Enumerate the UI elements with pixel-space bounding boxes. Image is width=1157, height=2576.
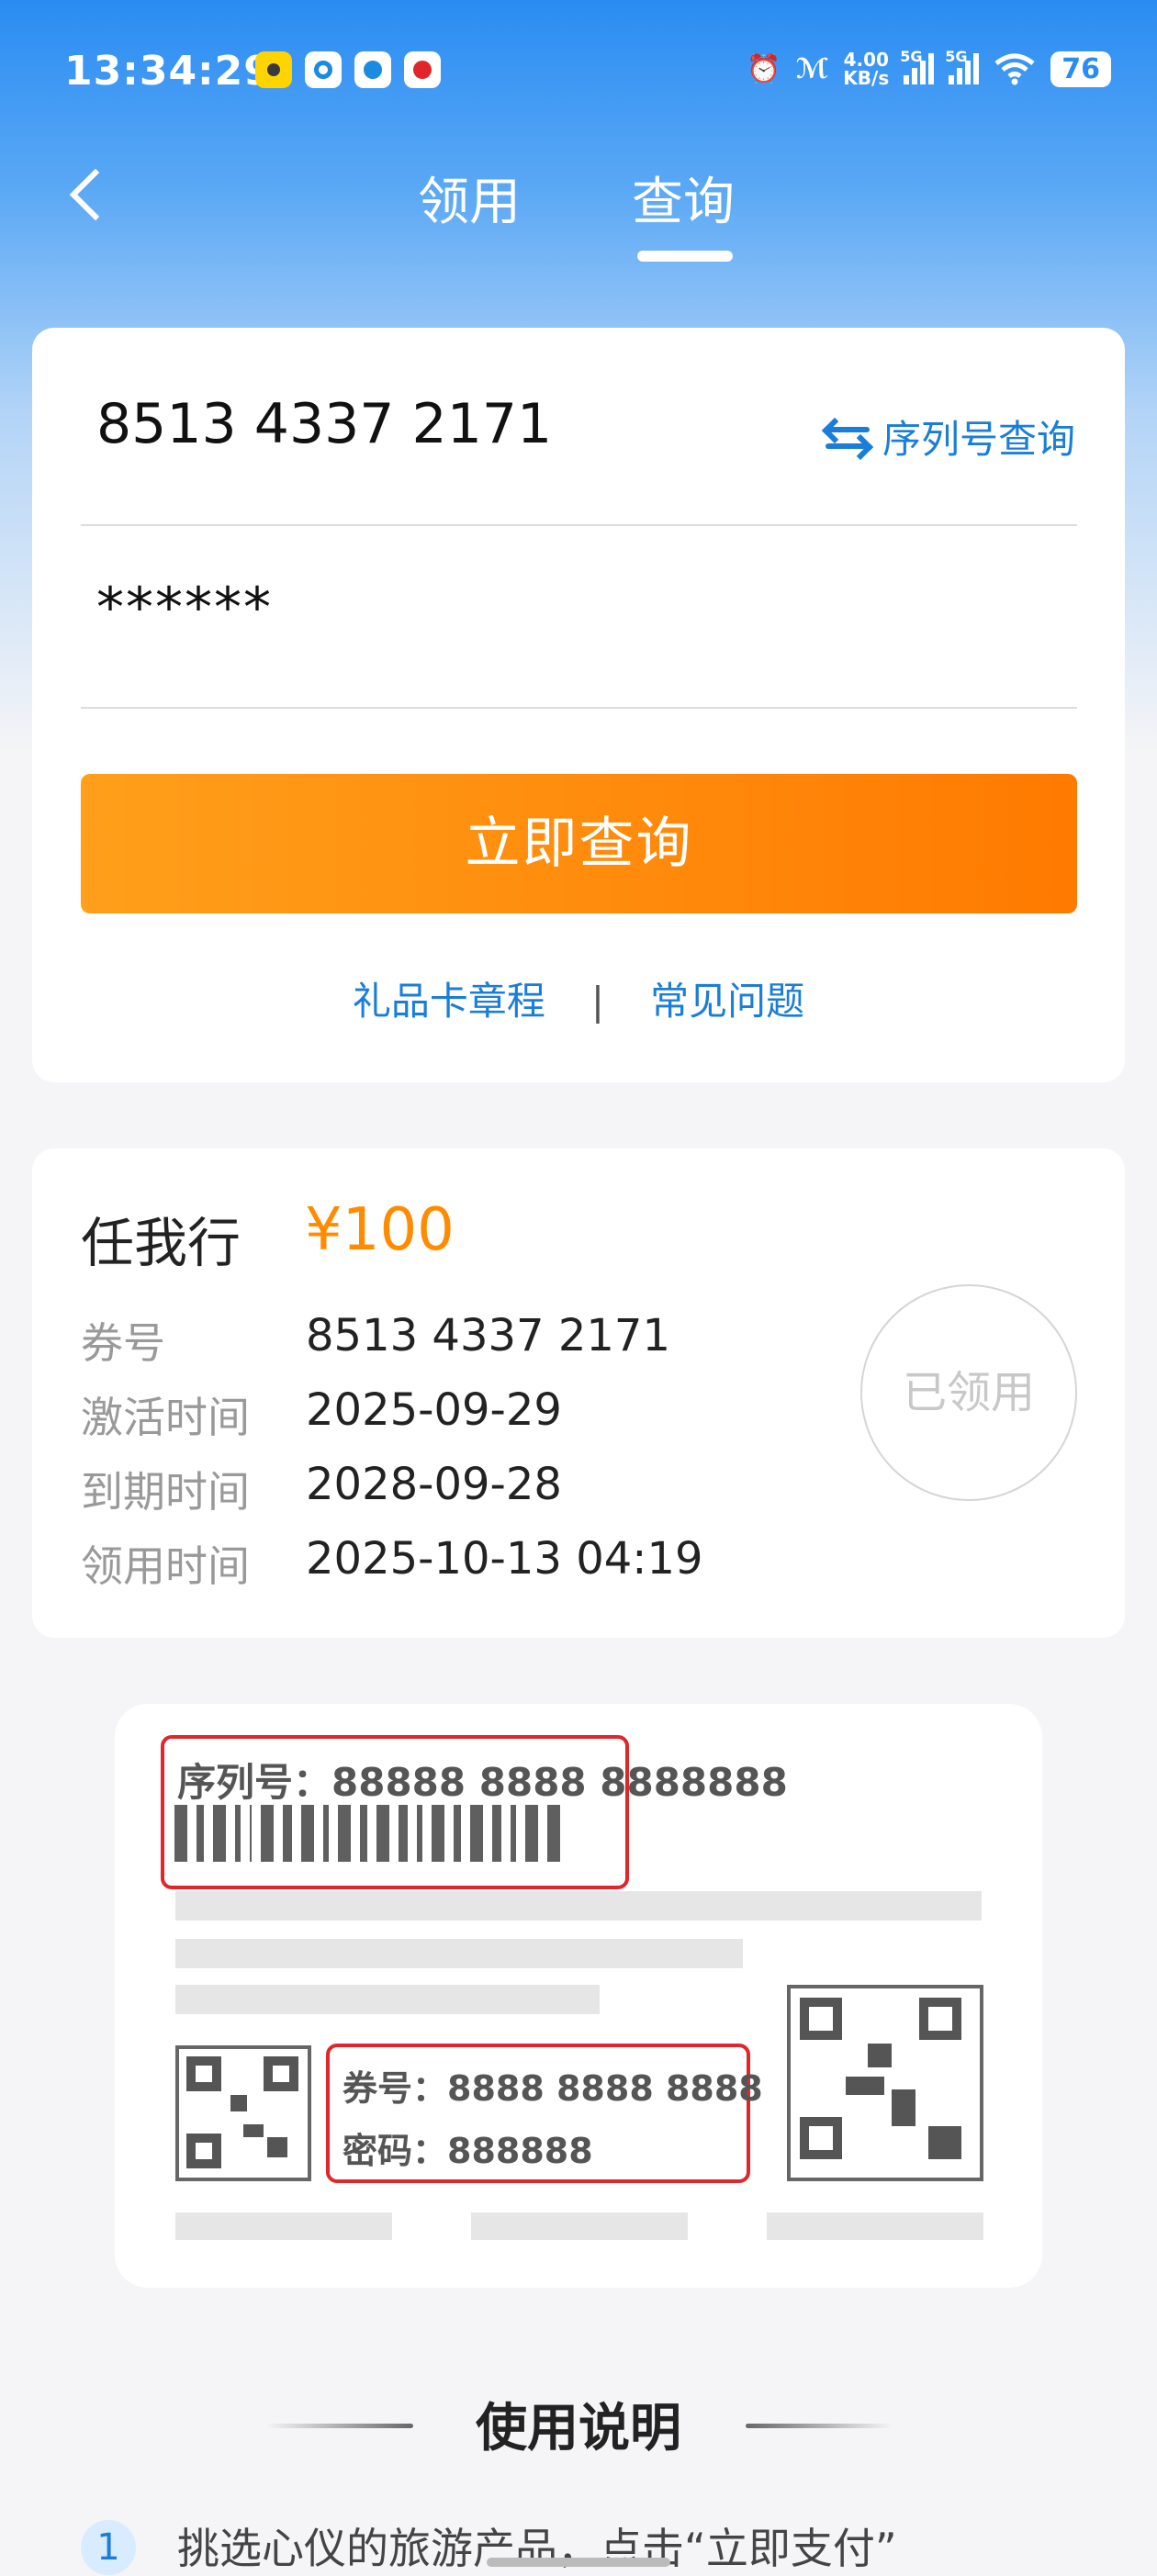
app-blue-circle-icon xyxy=(354,51,391,88)
sample-password-label: 密码：888888 xyxy=(343,2131,593,2171)
barcode-icon xyxy=(174,1805,657,1862)
query-card: 8513 4337 2171 序列号查询 ****** 立即查询 礼品卡章程 | 常… xyxy=(32,328,1125,1082)
detail-label: 到期时间 xyxy=(81,1467,250,1517)
detail-value: 2028-09-28 xyxy=(306,1459,562,1510)
instructions-title: 使用说明 xyxy=(476,2399,681,2458)
divider xyxy=(81,707,1077,709)
link-separator: | xyxy=(590,979,605,1024)
sample-serial-label: 序列号：88888 8888 8888888 xyxy=(177,1760,788,1805)
password-input[interactable]: ****** xyxy=(96,576,273,640)
nfc-icon: ℳ xyxy=(795,52,829,85)
serial-query-switch[interactable]: 序列号查询 xyxy=(821,409,1075,465)
status-bar: 13:34:29 ⏰ ℳ 4.00 KB/s 5G 5G 76 xyxy=(0,0,1157,138)
placeholder-line xyxy=(175,1891,982,1921)
faq-link[interactable]: 常见问题 xyxy=(650,979,804,1024)
query-button[interactable]: 立即查询 xyxy=(81,774,1077,913)
step-text: 挑选心仪的旅游产品，点击“立即支付” xyxy=(177,2524,897,2573)
detail-value: 2025-09-29 xyxy=(306,1384,562,1436)
sample-voucher-label: 券号：8888 8888 8888 xyxy=(343,2068,763,2109)
home-indicator[interactable] xyxy=(487,2558,670,2567)
serial-input[interactable]: 8513 4337 2171 xyxy=(96,392,552,456)
result-card: 任我行 ¥100 券号 8513 4337 2171 激活时间 2025-09-… xyxy=(32,1148,1125,1638)
tab-active-indicator xyxy=(637,251,733,262)
status-indicators: ⏰ ℳ 4.00 KB/s 5G 5G 76 xyxy=(747,46,1111,92)
swap-icon xyxy=(821,417,874,460)
title-decoration-right xyxy=(746,2424,893,2428)
placeholder-line xyxy=(767,2212,983,2240)
tab-query[interactable]: 查询 xyxy=(632,161,735,235)
back-icon[interactable] xyxy=(64,163,119,224)
placeholder-line xyxy=(175,1939,743,1968)
placeholder-line xyxy=(175,1985,600,2014)
tab-receive[interactable]: 领用 xyxy=(418,161,521,235)
gift-card-rules-link[interactable]: 礼品卡章程 xyxy=(353,979,545,1024)
detail-value: 2025-10-13 04:19 xyxy=(306,1533,703,1585)
net-speed: 4.00 KB/s xyxy=(843,49,890,89)
signal-icon: 5G xyxy=(945,48,980,84)
sample-card-illustration: 序列号：88888 8888 8888888 券号：8888 8888 8888… xyxy=(115,1704,1042,2288)
divider xyxy=(81,524,1077,526)
placeholder-line xyxy=(471,2212,688,2240)
qr-code-large-icon xyxy=(787,1985,983,2181)
app-yellow-icon xyxy=(255,51,292,88)
help-links: 礼品卡章程 | 常见问题 xyxy=(32,970,1125,1026)
detail-label: 券号 xyxy=(81,1318,165,1368)
signal-icon: 5G xyxy=(900,48,935,84)
step-number-badge: 1 xyxy=(81,2520,136,2575)
detail-label: 激活时间 xyxy=(81,1393,250,1442)
app-blue-icon xyxy=(305,51,342,88)
wifi-icon xyxy=(994,53,1035,85)
detail-value: 8513 4337 2171 xyxy=(306,1310,670,1361)
placeholder-line xyxy=(175,2212,392,2240)
status-time: 13:34:29 xyxy=(64,48,273,95)
alarm-icon: ⏰ xyxy=(747,52,781,85)
detail-label: 领用时间 xyxy=(81,1541,250,1591)
card-price: ¥100 xyxy=(305,1196,455,1264)
app-red-icon xyxy=(404,51,441,88)
serial-query-label: 序列号查询 xyxy=(882,417,1075,462)
redeemed-stamp: 已领用 xyxy=(860,1284,1077,1501)
card-name: 任我行 xyxy=(81,1212,242,1274)
battery-icon: 76 xyxy=(1050,50,1111,87)
qr-code-small-icon xyxy=(175,2045,311,2181)
